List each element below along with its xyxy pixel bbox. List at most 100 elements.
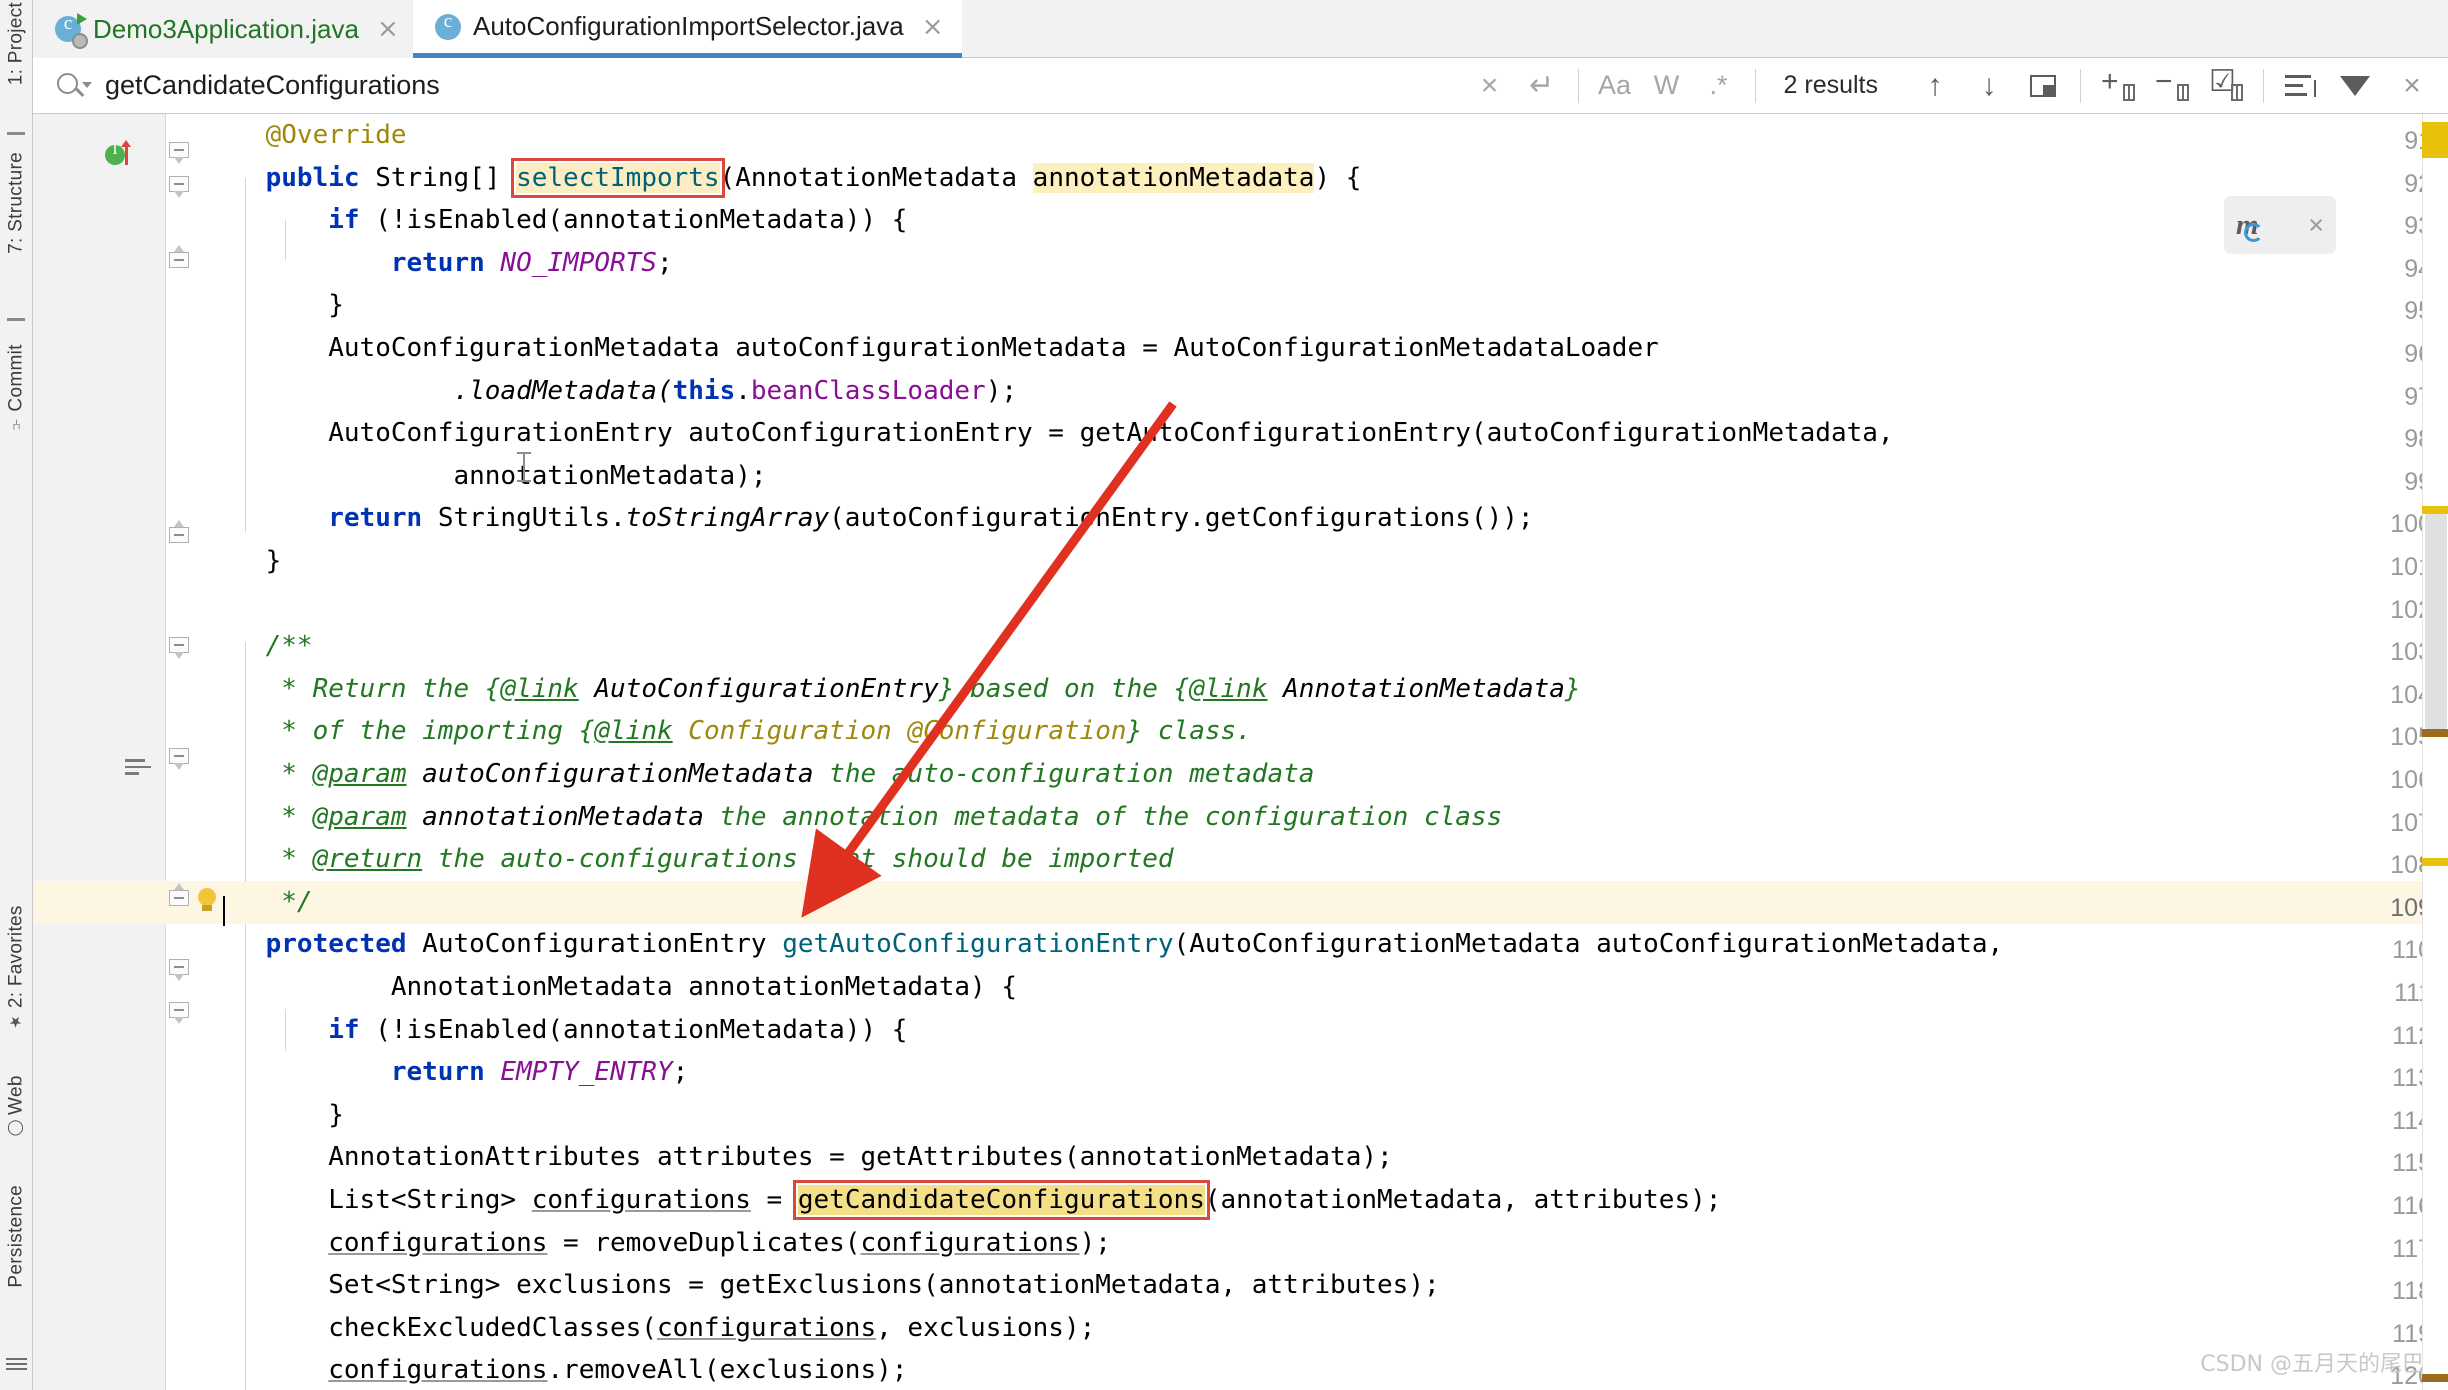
fold-marker-106[interactable]: [169, 748, 191, 770]
code-line[interactable]: AnnotationAttributes attributes = getAtt…: [203, 1136, 1392, 1179]
search-in-comments-icon[interactable]: [2274, 58, 2328, 114]
regex-toggle[interactable]: .*: [1693, 58, 1745, 114]
code-line[interactable]: return EMPTY_ENTRY;: [203, 1051, 688, 1094]
fold-marker-111[interactable]: [169, 959, 191, 981]
indent-guide: [245, 642, 246, 882]
code-token: if: [328, 1014, 376, 1045]
code-token: (!isEnabled(annotationMetadata)) {: [375, 1014, 908, 1045]
code-line[interactable]: if (!isEnabled(annotationMetadata)) {: [203, 1009, 907, 1052]
fold-marker-103[interactable]: [169, 637, 191, 659]
open-in-find-window-icon[interactable]: [2016, 58, 2070, 114]
code-token: , exclusions);: [876, 1312, 1096, 1343]
code-line[interactable]: AutoConfigurationMetadata autoConfigurat…: [203, 327, 1659, 370]
code-token: AnnotationMetadata: [735, 162, 1033, 193]
add-line-selection-icon[interactable]: +: [2091, 58, 2145, 114]
search-history-icon[interactable]: ↵: [1516, 58, 1568, 114]
code-line[interactable]: */: [203, 881, 312, 924]
code-line[interactable]: * of the importing {@link Configuration …: [203, 710, 1252, 753]
code-line[interactable]: Set<String> exclusions = getExclusions(a…: [203, 1264, 1439, 1307]
fold-marker-92[interactable]: [169, 142, 191, 164]
error-stripe-marker-rail[interactable]: [2422, 114, 2448, 1390]
code-text-area[interactable]: @Override public String[] selectImports(…: [203, 114, 2448, 1390]
maven-reload-popup[interactable]: m ×: [2224, 196, 2336, 254]
code-line[interactable]: AnnotationMetadata annotationMetadata) {: [203, 966, 1017, 1009]
maven-icon[interactable]: m: [2236, 209, 2263, 242]
sidebar-item-structure[interactable]: 7: Structure: [0, 152, 32, 254]
code-line[interactable]: .loadMetadata(this.beanClassLoader);: [203, 370, 1017, 413]
code-token: toStringArray: [625, 503, 830, 534]
stripe-marker-changed[interactable]: [2422, 729, 2448, 737]
indent-guide: [285, 220, 286, 260]
left-bar-menu-icon[interactable]: [6, 1358, 27, 1372]
sidebar-item-persistence[interactable]: Persistence: [0, 1185, 32, 1288]
whole-words-toggle[interactable]: W: [1641, 58, 1693, 114]
filter-icon[interactable]: [2328, 58, 2382, 125]
tab-demo3application[interactable]: Demo3Application.java ×: [33, 0, 417, 58]
fold-marker-95[interactable]: [169, 245, 191, 274]
code-token: beanClassLoader: [750, 375, 986, 406]
sidebar-item-favorites[interactable]: ★ 2: Favorites: [0, 905, 32, 1031]
sidebar-item-label: Commit: [5, 344, 27, 412]
remove-line-selection-icon[interactable]: −: [2145, 58, 2199, 114]
clear-search-icon[interactable]: ×: [1464, 58, 1516, 114]
indent-guide: [285, 1009, 286, 1051]
search-input[interactable]: [105, 70, 1464, 101]
match-case-toggle[interactable]: Aa: [1589, 58, 1641, 114]
code-token: checkExcludedClasses(: [328, 1312, 657, 1343]
code-line[interactable]: if (!isEnabled(annotationMetadata)) {: [203, 199, 907, 242]
code-line[interactable]: * @param autoConfigurationMetadata the a…: [203, 753, 1314, 796]
code-line[interactable]: annotationMetadata);: [203, 455, 767, 498]
code-line[interactable]: /**: [203, 625, 313, 668]
code-token: EMPTY_ENTRY: [500, 1057, 673, 1088]
fold-marker-101[interactable]: [169, 520, 191, 549]
stripe-marker-match-2[interactable]: [2422, 858, 2448, 866]
fold-marker-112[interactable]: [169, 1002, 191, 1024]
code-token: annotationMetadata);: [453, 460, 767, 491]
popup-close-icon[interactable]: ×: [2308, 210, 2324, 241]
code-line[interactable]: * @param annotationMetadata the annotati…: [203, 796, 1502, 839]
code-line[interactable]: public String[] selectImports(Annotation…: [203, 157, 1361, 200]
stripe-marker-changed-2[interactable]: [2422, 1374, 2448, 1382]
code-line[interactable]: }: [203, 540, 282, 583]
code-line[interactable]: * @return the auto-configurations that s…: [203, 838, 1173, 881]
sidebar-item-project[interactable]: 1: Project: [0, 2, 32, 85]
code-editor[interactable]: 91 92 93 94 95 96 97 98 99 100 101 102 103 104 105 106 1…: [33, 114, 2448, 1390]
tab-autoconfigurationimportselector[interactable]: AutoConfigurationImportSelector.java ×: [413, 0, 962, 58]
sidebar-item-commit[interactable]: ⑂ Commit: [0, 344, 32, 432]
code-line[interactable]: checkExcludedClasses(configurations, exc…: [203, 1307, 1095, 1350]
java-class-run-icon: [55, 13, 88, 49]
find-next-icon[interactable]: ↓: [1962, 58, 2016, 114]
code-token: } based on the {: [938, 673, 1190, 704]
code-line[interactable]: configurations.removeAll(exclusions);: [203, 1349, 907, 1390]
code-token: /**: [265, 631, 313, 662]
tab-close-icon[interactable]: ×: [371, 16, 399, 42]
run-method-gutter-icon[interactable]: [105, 140, 139, 169]
find-previous-icon[interactable]: ↑: [1908, 58, 1962, 114]
vertical-scrollbar-thumb[interactable]: [2425, 514, 2447, 729]
code-token: configurations: [328, 1227, 548, 1258]
code-line[interactable]: return StringUtils.toStringArray(autoCon…: [203, 497, 1533, 540]
code-line[interactable]: List<String> configurations = getCandida…: [203, 1179, 1721, 1222]
code-line[interactable]: protected AutoConfigurationEntry getAuto…: [203, 923, 2004, 966]
code-token: @link: [500, 673, 579, 704]
fold-marker-109[interactable]: [169, 883, 191, 912]
tab-close-icon[interactable]: ×: [916, 14, 944, 40]
code-line[interactable]: }: [203, 1094, 344, 1137]
close-search-icon[interactable]: ×: [2382, 58, 2442, 114]
fold-marker-93[interactable]: [169, 176, 191, 198]
code-line[interactable]: @Override: [203, 114, 407, 157]
sidebar-item-web[interactable]: ◯ Web: [0, 1075, 32, 1138]
search-icon[interactable]: [55, 71, 95, 101]
code-line[interactable]: AutoConfigurationEntry autoConfiguration…: [203, 412, 1893, 455]
code-token: } class.: [1126, 716, 1252, 747]
code-line[interactable]: return NO_IMPORTS;: [203, 242, 673, 285]
stripe-marker-match-1[interactable]: [2422, 506, 2448, 514]
code-line[interactable]: }: [203, 284, 344, 327]
code-line[interactable]: * Return the {@link AutoConfigurationEnt…: [203, 668, 1580, 711]
stripe-marker-warning[interactable]: [2422, 122, 2448, 158]
left-tool-window-bar: 1: Project 7: Structure ⑂ Commit ★ 2: Favo…: [0, 0, 33, 1390]
select-all-occurrences-icon[interactable]: ☑: [2199, 58, 2253, 114]
code-token: if: [328, 205, 376, 236]
code-line[interactable]: configurations = removeDuplicates(config…: [203, 1222, 1111, 1265]
